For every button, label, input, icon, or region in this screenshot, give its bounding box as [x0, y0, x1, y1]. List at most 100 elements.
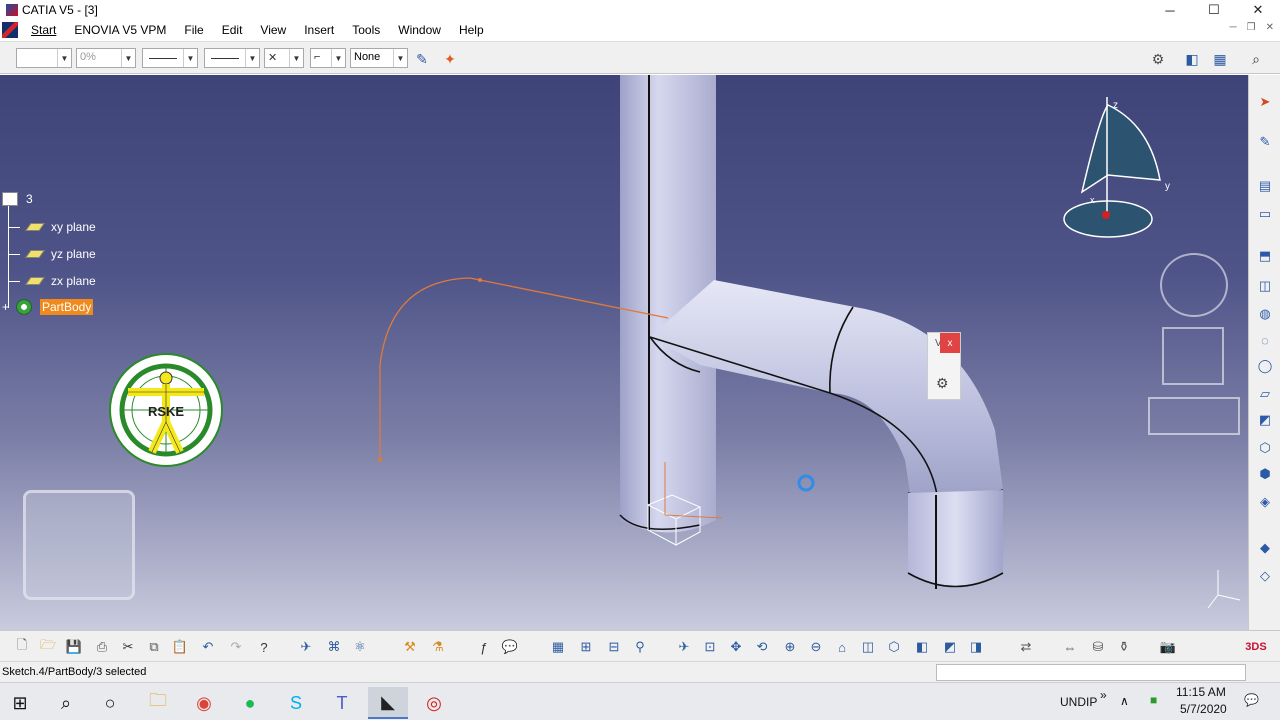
pan-icon[interactable]: ✥ [726, 637, 746, 657]
menu-tools[interactable]: Tools [343, 23, 389, 37]
minimize-button[interactable]: ─ [1148, 0, 1192, 20]
close-button[interactable]: ✕ [1236, 0, 1280, 20]
rotate-widget[interactable] [1160, 253, 1228, 317]
catia-taskbar-icon[interactable]: ◣ [368, 687, 408, 719]
slot-icon[interactable]: ◩ [1256, 411, 1274, 429]
stiffener-icon[interactable]: ⬡ [1256, 439, 1274, 457]
redo-icon[interactable]: ↷ [226, 637, 246, 657]
clock-date[interactable]: 5/7/2020 [1180, 702, 1227, 716]
tree-item-yz-plane[interactable]: yz plane [8, 247, 96, 261]
doc-restore-button[interactable]: ❐ [1247, 22, 1256, 33]
pocket-icon[interactable]: ◫ [1256, 277, 1274, 295]
tree-item-partbody[interactable]: + PartBody [2, 299, 94, 315]
menu-file[interactable]: File [175, 23, 212, 37]
reference-element-icon[interactable]: ▤ [1256, 177, 1274, 195]
plane-tool-icon[interactable]: ▭ [1256, 205, 1274, 223]
fit-all-in-icon[interactable]: ⊡ [700, 637, 720, 657]
grid-icon[interactable]: ▦ [1210, 49, 1230, 69]
show-hidden-icons-chevron-icon[interactable]: ∧ [1120, 694, 1129, 708]
rendering-style-combo[interactable]: ⌐ ▼ [310, 48, 346, 68]
clock-time[interactable]: 11:15 AM [1176, 685, 1226, 699]
measure-icon[interactable]: ⚗ [428, 637, 448, 657]
3d-viewport[interactable]: z y x 3 xy plane yz plane zx plane + Par… [0, 75, 1248, 630]
pad-icon[interactable]: ⬒ [1256, 247, 1274, 265]
compass[interactable]: z y x [1063, 97, 1170, 238]
save-icon[interactable]: 💾 [64, 637, 84, 657]
catalog-browser-icon[interactable]: ⊟ [604, 637, 624, 657]
tray-app-icon[interactable]: ■ [1150, 693, 1157, 707]
hide-show-icon[interactable]: ◩ [940, 637, 960, 657]
render-mode-icon[interactable]: ⚙ [1148, 49, 1168, 69]
loft-icon[interactable]: ⬢ [1256, 465, 1274, 483]
fly-icon[interactable]: ✈ [674, 637, 694, 657]
tree-root[interactable]: 3 [2, 192, 33, 206]
shading-icon[interactable]: ◧ [912, 637, 932, 657]
copy-icon[interactable]: ⧉ [144, 637, 164, 657]
select-arrow-icon[interactable]: ➤ [1256, 93, 1274, 111]
sync-icon[interactable]: ⇄ [1016, 637, 1036, 657]
material-icon[interactable]: ⛁ [1088, 637, 1108, 657]
apply-material-icon[interactable]: ⚱ [1114, 637, 1134, 657]
floating-toolbar-close-button[interactable]: x [940, 333, 960, 353]
tree-item-xy-plane[interactable]: xy plane [8, 220, 96, 234]
new-file-icon[interactable]: 🗋 [12, 637, 32, 657]
zoom-in-icon[interactable]: ⊕ [780, 637, 800, 657]
shaft-icon[interactable]: ◍ [1256, 305, 1274, 323]
format-brush-icon[interactable]: ✦ [440, 49, 460, 69]
overview-minimap[interactable] [23, 490, 135, 600]
tree-expand-icon[interactable]: ⊞ [576, 637, 596, 657]
painter-icon[interactable]: ✎ [412, 49, 432, 69]
publication-icon[interactable]: ⚛ [350, 637, 370, 657]
zoom-widget[interactable] [1148, 397, 1240, 435]
table-icon[interactable]: ▦ [548, 637, 568, 657]
linetype-combo[interactable]: ▼ [204, 48, 260, 68]
skype-icon[interactable]: S [276, 687, 316, 719]
rib-icon[interactable]: ▱ [1256, 385, 1274, 403]
fillet-icon[interactable]: ◆ [1256, 539, 1274, 557]
command-input[interactable] [936, 664, 1246, 681]
catalog-icon[interactable]: ◧ [1182, 49, 1202, 69]
layer-combo[interactable]: None ▼ [350, 48, 408, 68]
menu-help[interactable]: Help [450, 23, 493, 37]
menu-insert[interactable]: Insert [295, 23, 343, 37]
menu-start[interactable]: Start [22, 23, 65, 37]
open-folder-icon[interactable]: 🗁 [38, 637, 58, 657]
shape-tools-icon[interactable]: ⚒ [400, 637, 420, 657]
transparency-combo[interactable]: 0% ▼ [76, 48, 136, 68]
camera-icon[interactable]: 📷 [1158, 637, 1178, 657]
paste-icon[interactable]: 📋 [170, 637, 190, 657]
settings-gear-icon[interactable]: ⚙ [936, 375, 949, 392]
normal-view-icon[interactable]: ⌂ [832, 637, 852, 657]
tree-item-zx-plane[interactable]: zx plane [8, 274, 96, 288]
remove-loft-icon[interactable]: ◈ [1256, 493, 1274, 511]
fit-all-icon[interactable]: ⌕ [1246, 49, 1266, 69]
swap-space-icon[interactable]: ◨ [966, 637, 986, 657]
print-icon[interactable]: ⎙ [92, 637, 112, 657]
notification-center-icon[interactable]: 💬 [1244, 693, 1259, 707]
floating-toolbar[interactable]: V x ⚙ [927, 332, 961, 400]
teams-icon[interactable]: T [322, 687, 362, 719]
expand-icon[interactable]: + [2, 300, 10, 314]
recorder-icon[interactable]: ◎ [414, 687, 454, 719]
rotate-icon[interactable]: ⟲ [752, 637, 772, 657]
color-combo[interactable]: ▼ [16, 48, 72, 68]
linewidth-combo[interactable]: ▼ [142, 48, 198, 68]
undo-icon[interactable]: ↶ [198, 637, 218, 657]
formula-icon[interactable]: ƒ [474, 637, 494, 657]
cut-icon[interactable]: ✂ [118, 637, 138, 657]
fly-mode-icon[interactable]: ✈ [296, 637, 316, 657]
file-explorer-icon[interactable]: 🗀 [138, 687, 178, 719]
comment-icon[interactable]: 💬 [500, 637, 520, 657]
constraint-icon[interactable]: ⇔ [1060, 637, 1080, 657]
doc-close-button[interactable]: ✕ [1266, 22, 1274, 33]
analysis-icon[interactable]: ⚲ [630, 637, 650, 657]
sketcher-icon[interactable]: ✎ [1256, 133, 1274, 151]
groove-icon[interactable]: ◌ [1256, 331, 1274, 349]
chamfer-icon[interactable]: ◇ [1256, 567, 1274, 585]
help-icon[interactable]: ? [254, 637, 274, 657]
tray-expand-icon[interactable]: » [1100, 688, 1107, 702]
catia-menu-icon[interactable] [2, 22, 18, 38]
windows-start-icon[interactable]: ⊞ [0, 687, 40, 719]
menu-view[interactable]: View [251, 23, 295, 37]
iso-view-icon[interactable]: ⬡ [884, 637, 904, 657]
